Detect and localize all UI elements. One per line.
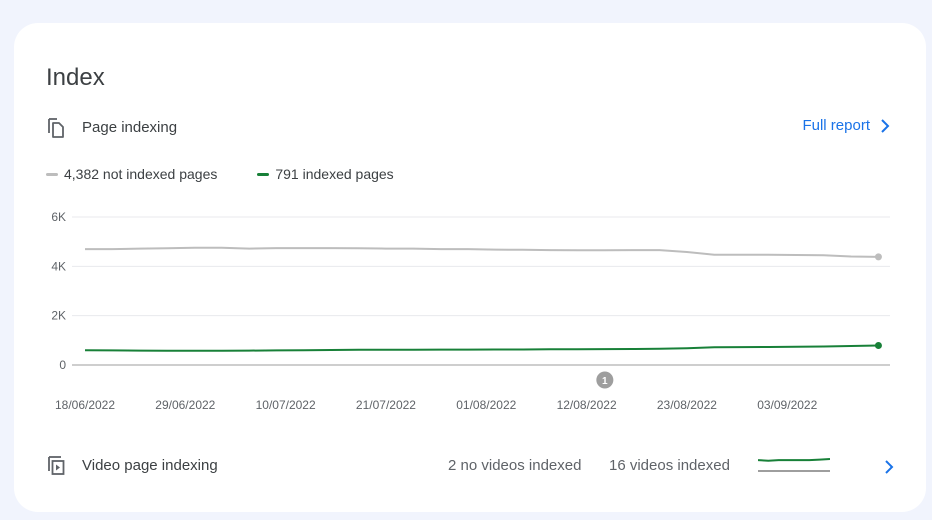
x-tick-label: 01/08/2022 [456,398,516,412]
chevron-right-icon [885,460,894,474]
x-tick-label: 21/07/2022 [356,398,416,412]
videos-indexed-stat: 16 videos indexed [609,457,730,474]
y-tick-label: 2K [51,309,66,323]
series-line-indexed [84,344,879,352]
video-chevron-button[interactable] [884,455,894,480]
annotation-label: 1 [602,376,608,387]
series-endpoint-indexed [874,341,882,349]
video-indexing-row[interactable]: Video page indexing 2 no videos indexed … [46,455,894,479]
page-indexing-chart: 0 2K 4K 6K 18/06/2022 29/06/2022 10/07/2022 21/… [51,210,890,412]
video-indexing-label: Video page indexing [82,457,218,474]
series-line-not-indexed [85,246,879,258]
series-endpoint-not-indexed [874,253,882,261]
video-pages-icon [46,455,66,482]
x-tick-label: 10/07/2022 [256,398,316,412]
x-tick-label: 29/06/2022 [155,398,215,412]
x-tick-label: 18/06/2022 [55,398,115,412]
x-tick-label: 12/08/2022 [557,398,617,412]
x-tick-label: 23/08/2022 [657,398,717,412]
y-tick-label: 6K [51,210,66,224]
y-tick-label: 0 [59,358,66,372]
y-tick-label: 4K [51,259,66,273]
x-tick-label: 03/09/2022 [757,398,817,412]
video-sparkline [758,458,830,472]
no-videos-stat: 2 no videos indexed [448,457,582,474]
sparkline-indexed [758,458,830,462]
index-card: Index Page indexing Full report 4,382 no… [14,23,926,512]
